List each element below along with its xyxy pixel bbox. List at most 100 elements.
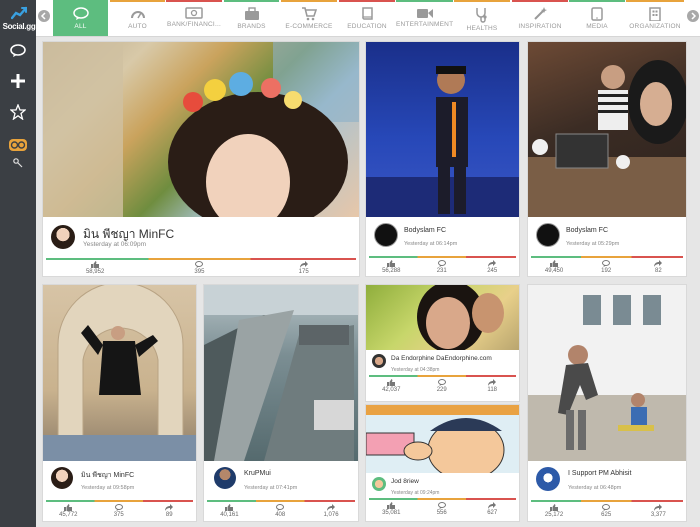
share-icon [488,502,497,509]
likes-count: 49,450 [544,268,564,274]
chevron-right-icon [691,12,697,20]
category-all[interactable]: ALL [53,0,108,36]
avatar[interactable] [372,477,386,491]
book-icon [362,7,373,20]
post-card[interactable]: I Support PM Abhisit Yesterday at 06:48p… [527,284,687,522]
post-author[interactable]: Bodyslam FC [566,227,608,234]
avatar[interactable] [51,225,75,249]
post-photo [366,405,519,481]
category-organization[interactable]: ORGANIZATION [626,0,684,36]
favorites-button[interactable] [0,99,36,125]
shares-stat[interactable]: 3,377 [632,504,684,518]
post-card[interactable]: Jod 8riew Yesterday at 09:24pm 35,081 55… [365,404,520,522]
post-author[interactable]: Bodyslam FC [404,227,446,234]
avatar[interactable] [51,467,73,489]
prev-category-button[interactable] [38,10,50,22]
category-media[interactable]: MEDIA [569,0,625,36]
post-author[interactable]: Da Endorphine DaEndorphine.com [391,355,492,362]
post-author[interactable]: I Support PM Abhisit [568,470,631,477]
avatar[interactable] [372,354,386,368]
comments-stat[interactable]: 395 [147,261,251,275]
category-e-commerce[interactable]: E-COMMERCE [281,0,337,36]
post-info: Jod 8riew Yesterday at 09:24pm 35,081 55… [366,473,519,521]
likes-stat[interactable]: 42,037 [366,379,416,393]
shares-stat[interactable]: 175 [252,261,356,275]
post-image[interactable] [366,42,519,217]
category-stripe [281,0,337,2]
category-healths[interactable]: HEALTHS [454,0,510,36]
comments-stat[interactable]: 192 [580,260,632,274]
settings-button[interactable] [0,150,36,176]
comments-stat[interactable]: 625 [580,504,632,518]
post-author[interactable]: มิน พีชญา MinFC [81,470,134,481]
category-education[interactable]: EDUCATION [339,0,395,36]
category-stripe [396,0,453,2]
category-brands[interactable]: BRANDS [224,0,279,36]
comments-stat[interactable]: 408 [255,504,306,518]
likes-stat[interactable]: 58,952 [43,261,147,275]
likes-stat[interactable]: 56,288 [366,260,416,274]
post-card[interactable]: มิน พีชญา MinFC Yesterday at 09:58pm 45,… [42,284,197,522]
post-card[interactable]: มิน พีชญา MinFC Yesterday at 06:09pm 58,… [42,41,360,277]
shares-stat[interactable]: 627 [467,502,517,516]
cart-icon [302,7,317,21]
post-photo [43,42,359,232]
thumbs-up-icon [91,261,100,268]
shares-stat[interactable]: 1,076 [306,504,357,518]
category-label: E-COMMERCE [285,23,333,30]
chat-button[interactable] [0,38,36,64]
post-image[interactable] [43,285,196,462]
share-icon [654,260,663,267]
post-time: Yesterday at 09:24pm [391,490,440,496]
post-image[interactable] [366,405,519,481]
post-image[interactable] [528,285,686,461]
shares-count: 89 [165,512,173,518]
add-button[interactable] [0,68,36,94]
category-bank-finance[interactable]: BANK/FINANCI... [166,0,222,36]
logo[interactable]: Social.gg [2,6,36,36]
category-entertainment[interactable]: ENTERTAINMENT [396,0,453,36]
category-auto[interactable]: AUTO [110,0,165,36]
post-image[interactable] [366,285,519,353]
post-image[interactable] [204,285,358,461]
comments-stat[interactable]: 229 [416,379,466,393]
avatar[interactable] [536,467,560,491]
shares-stat[interactable]: 82 [632,260,684,274]
category-label: BRANDS [237,23,266,30]
likes-stat[interactable]: 40,161 [204,504,255,518]
share-icon [327,504,336,511]
comments-stat[interactable]: 231 [416,260,466,274]
comments-stat[interactable]: 375 [93,504,143,518]
post-author[interactable]: Jod 8riew [391,478,419,485]
post-card[interactable]: Da Endorphine DaEndorphine.com Yesterday… [365,284,520,402]
likes-stat[interactable]: 45,772 [43,504,93,518]
shares-stat[interactable]: 118 [467,379,517,393]
post-author[interactable]: KruPMui [244,470,271,477]
post-info: Bodyslam FC Yesterday at 05:29pm 49,450 … [528,217,686,276]
category-stripe [110,0,165,2]
avatar[interactable] [374,223,398,247]
chat-bubbles-icon [72,7,89,20]
post-image[interactable] [528,42,686,217]
post-card[interactable]: Bodyslam FC Yesterday at 05:29pm 49,450 … [527,41,687,277]
category-inspiration[interactable]: INSPIRATION [512,0,568,36]
likes-count: 40,161 [220,512,239,518]
next-category-button[interactable] [687,10,699,22]
post-time: Yesterday at 07:41pm [244,485,298,491]
thumbs-up-icon [225,504,234,511]
likes-stat[interactable]: 25,172 [528,504,580,518]
likes-stat[interactable]: 49,450 [528,260,580,274]
post-image[interactable] [43,42,359,232]
avatar[interactable] [536,223,560,247]
building-icon [649,7,661,21]
shares-stat[interactable]: 89 [144,504,194,518]
post-card[interactable]: KruPMui Yesterday at 07:41pm 40,161 408 … [203,284,359,522]
likes-stat[interactable]: 35,081 [366,502,416,516]
comments-stat[interactable]: 556 [416,502,466,516]
shares-count: 82 [654,268,662,274]
avatar[interactable] [214,467,236,489]
post-card[interactable]: Bodyslam FC Yesterday at 06:14pm 56,288 … [365,41,520,277]
thumbs-up-icon [550,260,559,267]
chevron-left-icon [40,12,46,20]
shares-stat[interactable]: 245 [467,260,517,274]
